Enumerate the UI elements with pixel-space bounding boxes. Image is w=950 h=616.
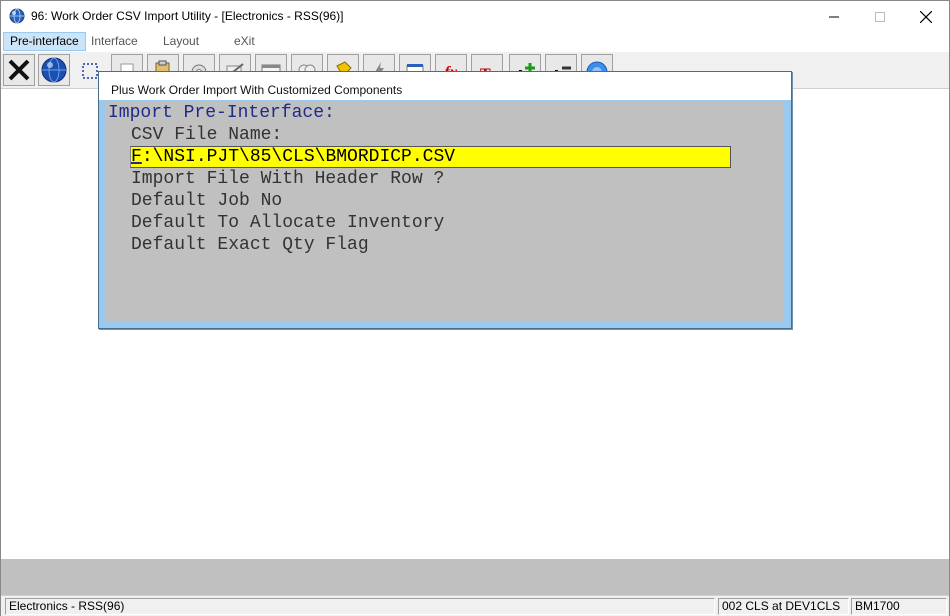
dialog-heading: Import Pre-Interface: [108, 103, 335, 123]
status-company: Electronics - RSS(96) [5, 598, 715, 615]
dialog-title-bar[interactable]: Plus Work Order Import With Customized C… [99, 72, 791, 100]
csv-file-name-input[interactable]: F:\NSI.PJT\85\CLS\BMORDICP.CSV [130, 146, 731, 168]
status-bar: Electronics - RSS(96) 002 CLS at DEV1CLS… [1, 595, 949, 616]
csv-file-name-label: CSV File Name: [131, 125, 283, 145]
toolbar-close-button[interactable] [3, 54, 35, 86]
close-button[interactable] [903, 1, 949, 32]
allocate-inventory-label[interactable]: Default To Allocate Inventory [131, 212, 444, 234]
csv-file-name-value: :\NSI.PJT\85\CLS\BMORDICP.CSV [141, 147, 456, 167]
minimize-icon [829, 16, 839, 17]
toolbar-globe-button[interactable] [38, 54, 70, 86]
dialog-body: Import Pre-Interface: CSV File Name: F:\… [106, 102, 784, 322]
app-globe-icon [9, 8, 25, 24]
maximize-icon [875, 11, 885, 22]
maximize-button[interactable] [857, 1, 903, 32]
header-row-label[interactable]: Import File With Header Row ? [131, 168, 444, 190]
bottom-panel [1, 559, 949, 595]
menu-layout[interactable]: Layout [157, 32, 205, 51]
title-bar[interactable]: 96: Work Order CSV Import Utility - [Ele… [1, 1, 949, 32]
minimize-button[interactable] [811, 1, 857, 32]
menu-interface[interactable]: Interface [85, 32, 144, 51]
default-job-label[interactable]: Default Job No [131, 190, 282, 212]
import-dialog: Plus Work Order Import With Customized C… [98, 71, 792, 329]
dialog-title: Plus Work Order Import With Customized C… [111, 83, 403, 97]
close-x-icon [8, 59, 30, 81]
input-cursor-char: F [131, 147, 142, 167]
close-icon [920, 10, 932, 23]
status-user-location: 002 CLS at DEV1CLS [718, 598, 849, 615]
exact-qty-flag-label[interactable]: Default Exact Qty Flag [131, 234, 369, 256]
application-window: 96: Work Order CSV Import Utility - [Ele… [0, 0, 950, 616]
menu-pre-interface[interactable]: Pre-interface [3, 32, 86, 51]
window-title: 96: Work Order CSV Import Utility - [Ele… [31, 9, 344, 23]
menu-exit[interactable]: eXit [228, 32, 261, 51]
globe-icon [41, 57, 67, 83]
status-program-code: BM1700 [851, 598, 947, 615]
menu-bar: Pre-interface Interface Layout eXit [1, 32, 949, 51]
